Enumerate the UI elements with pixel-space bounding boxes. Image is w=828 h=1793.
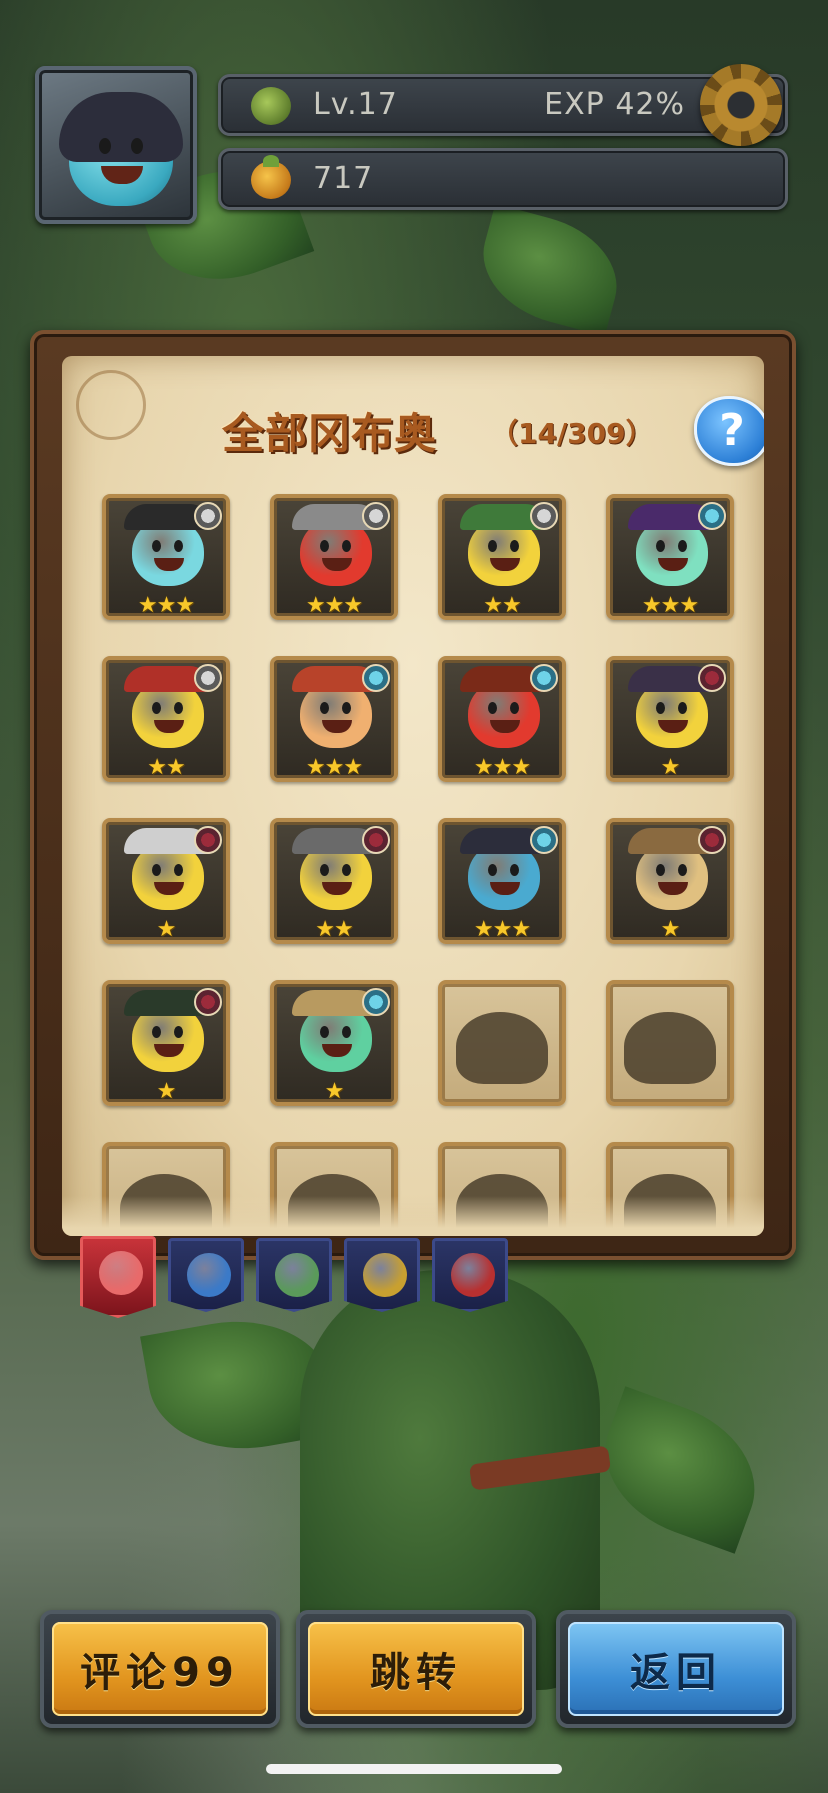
currency-bar: 717 xyxy=(218,148,788,210)
star-rating: ★ xyxy=(156,1079,177,1104)
exp-label: EXP xyxy=(544,87,605,122)
star-rating: ★★★ xyxy=(305,593,363,618)
jump-button-label: 跳转 xyxy=(308,1622,524,1716)
gumball-card[interactable]: ★★★ xyxy=(438,656,566,782)
gumball-card[interactable]: ★ xyxy=(606,818,734,944)
tab-gold[interactable] xyxy=(344,1238,420,1312)
jump-button[interactable]: 跳转 xyxy=(296,1610,536,1728)
avatar-character xyxy=(59,92,183,206)
moon-type-icon xyxy=(194,988,222,1016)
star-rating: ★ xyxy=(156,917,177,942)
swirl-type-icon xyxy=(698,502,726,530)
category-tabs xyxy=(80,1236,520,1318)
collection-title: 全部冈布奥 xyxy=(222,409,438,458)
gumball-card[interactable]: ★ xyxy=(270,980,398,1106)
star-rating: ★ xyxy=(324,1079,345,1104)
star-rating: ★★ xyxy=(147,755,185,780)
gumball-card[interactable]: ★★★ xyxy=(606,494,734,620)
gumball-card[interactable]: ★ xyxy=(606,656,734,782)
player-avatar[interactable] xyxy=(35,66,197,224)
fruit-currency-icon xyxy=(251,155,291,199)
star-rating: ★ xyxy=(660,917,681,942)
exp-value: 42% xyxy=(615,87,685,122)
locked-silhouette-icon xyxy=(624,1012,716,1084)
dagger-type-icon xyxy=(362,502,390,530)
green-category-icon xyxy=(275,1253,319,1297)
comments-button[interactable]: 评论99 xyxy=(40,1610,280,1728)
gumball-card[interactable]: ★ xyxy=(102,818,230,944)
gumball-card[interactable]: ★★★ xyxy=(270,494,398,620)
star-rating: ★★ xyxy=(483,593,521,618)
gumball-card[interactable]: ★★★ xyxy=(438,818,566,944)
currency-amount: 717 xyxy=(313,161,374,196)
star-rating: ★★★ xyxy=(305,755,363,780)
back-button-label: 返回 xyxy=(568,1622,784,1716)
moon-type-icon xyxy=(362,826,390,854)
exp-readout: EXP 42% xyxy=(544,87,685,122)
star-rating: ★★★ xyxy=(473,755,531,780)
star-rating: ★★★ xyxy=(473,917,531,942)
dagger-type-icon xyxy=(194,664,222,692)
dagger-type-icon xyxy=(194,502,222,530)
swirl-type-icon xyxy=(362,664,390,692)
settings-gear-icon[interactable] xyxy=(700,64,782,146)
star-rating: ★★★ xyxy=(641,593,699,618)
gumball-card[interactable]: ★ xyxy=(102,980,230,1106)
moon-type-icon xyxy=(698,664,726,692)
tab-green[interactable] xyxy=(256,1238,332,1312)
moon-type-icon xyxy=(698,826,726,854)
locked-gumball-card[interactable] xyxy=(438,980,566,1106)
home-indicator[interactable] xyxy=(266,1764,562,1774)
help-button[interactable]: ? xyxy=(694,396,764,466)
swirl-type-icon xyxy=(530,826,558,854)
tab-all[interactable] xyxy=(80,1236,156,1318)
corner-ornament-icon xyxy=(76,370,146,440)
locked-silhouette-icon xyxy=(456,1012,548,1084)
blue-category-icon xyxy=(187,1253,231,1297)
all-category-icon xyxy=(99,1251,143,1295)
tab-blue[interactable] xyxy=(168,1238,244,1312)
gold-category-icon xyxy=(363,1253,407,1297)
locked-gumball-card[interactable] xyxy=(606,980,734,1106)
gumball-card[interactable]: ★★ xyxy=(102,656,230,782)
collection-panel: 全部冈布奥 （14/309） ? ★★★ ★★★ ★★ ★★★ ★★ ★★★ ★★★ ★ ★ ★★… xyxy=(30,330,796,1260)
level-icon xyxy=(251,87,291,125)
swirl-type-icon xyxy=(362,988,390,1016)
collection-count: （14/309） xyxy=(490,417,654,450)
star-rating: ★★ xyxy=(315,917,353,942)
comments-button-label: 评论99 xyxy=(52,1622,268,1716)
gumball-card[interactable]: ★★ xyxy=(438,494,566,620)
star-rating: ★★★ xyxy=(137,593,195,618)
star-rating: ★ xyxy=(660,755,681,780)
collection-parchment: 全部冈布奥 （14/309） ? ★★★ ★★★ ★★ ★★★ ★★ ★★★ ★★★ ★ ★ ★★… xyxy=(62,356,764,1236)
scroll-fade xyxy=(62,1196,764,1236)
dagger-type-icon xyxy=(530,502,558,530)
level-text: Lv.17 xyxy=(313,87,398,122)
moon-type-icon xyxy=(194,826,222,854)
gumball-card[interactable]: ★★★ xyxy=(102,494,230,620)
gumball-card[interactable]: ★★★ xyxy=(270,656,398,782)
red-category-icon xyxy=(451,1253,495,1297)
swirl-type-icon xyxy=(530,664,558,692)
tab-red[interactable] xyxy=(432,1238,508,1312)
back-button[interactable]: 返回 xyxy=(556,1610,796,1728)
gumball-card[interactable]: ★★ xyxy=(270,818,398,944)
